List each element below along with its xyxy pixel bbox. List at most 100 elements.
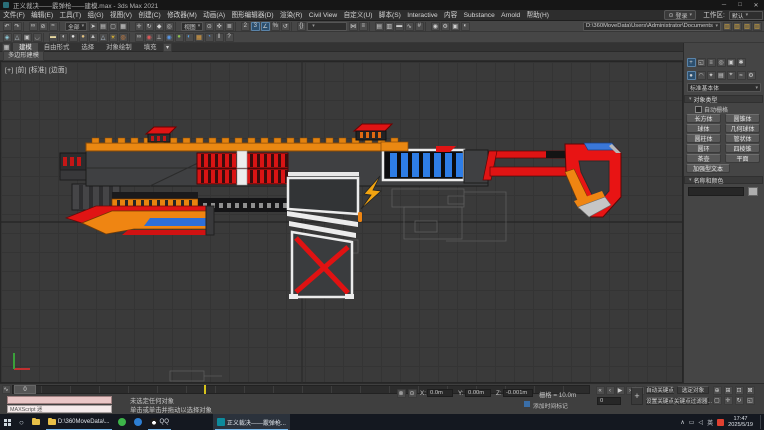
schematic-view-icon[interactable]: # [415, 22, 424, 31]
panel-cat-cameras-icon[interactable]: ▤ [717, 71, 726, 80]
green-app-button[interactable] [114, 414, 130, 430]
menu-item[interactable]: Arnold [498, 10, 523, 21]
blue-app-button[interactable] [130, 414, 146, 430]
object-type-button[interactable]: 管状体 [725, 134, 760, 143]
sphere-node-icon[interactable]: ◉ [165, 33, 174, 42]
object-type-button[interactable]: 圆柱体 [686, 134, 721, 143]
mini-curve-editor-button[interactable]: ∿ [2, 385, 11, 394]
menu-item[interactable]: 组(G) [84, 10, 107, 21]
select-and-manipulate-icon[interactable]: ✜ [215, 22, 224, 31]
project-path-dropdown[interactable]: D:\360MoveData\Users\Administrator\Docum… [583, 22, 721, 31]
select-and-link-icon[interactable]: ∞ [29, 22, 38, 31]
material-editor-icon[interactable]: ◉ [431, 22, 440, 31]
menu-item[interactable]: Civil View [306, 10, 341, 21]
menu-item[interactable]: 修改器(M) [164, 10, 200, 21]
panel-cat-shapes-icon[interactable]: ◠ [697, 71, 706, 80]
dome-blue-icon[interactable]: ◔ [205, 33, 214, 42]
y-coordinate-field[interactable]: 0.00m [465, 389, 491, 397]
prism-tool-icon[interactable]: △ [13, 33, 22, 42]
object-type-button[interactable]: 球体 [686, 124, 721, 133]
object-type-button[interactable]: 长方体 [686, 114, 721, 123]
play-animation-icon[interactable]: ▶ [616, 386, 625, 395]
panel-tab-hierarchy-icon[interactable]: ≡ [707, 58, 716, 67]
ribbon-tab[interactable]: 选择 [75, 43, 100, 52]
3dsmax-taskbar-button[interactable]: 正义裁决——霰弹枪... [213, 414, 290, 430]
maximize-viewport-toggle-icon[interactable]: ◱ [746, 396, 755, 405]
zoom-region-icon[interactable]: ▢ [713, 396, 722, 405]
object-name-input[interactable] [688, 187, 744, 196]
panel-cat-geometry-icon[interactable]: ● [687, 71, 696, 80]
object-type-button[interactable]: 圆环 [686, 144, 721, 153]
network-icon[interactable]: ▭ [689, 419, 695, 426]
undo-icon[interactable]: ↶ [3, 22, 12, 31]
select-by-name-icon[interactable]: ▤ [99, 22, 108, 31]
maxscript-listener-white[interactable]: MAXScript 迷 [7, 405, 112, 413]
toggle-scene-explorer-icon[interactable]: ▤ [375, 22, 384, 31]
snap-toggle-3d-icon[interactable]: 3 [251, 22, 260, 31]
zoom-extents-icon[interactable]: ⊡ [735, 386, 744, 395]
menu-item[interactable]: 渲染(R) [277, 10, 306, 21]
render-setup-icon[interactable]: ⚙ [441, 22, 450, 31]
key-filters-button[interactable]: 关键点过滤器... [677, 397, 709, 405]
primitive-box-icon[interactable]: ▬ [49, 33, 58, 42]
toggle-ribbon-icon[interactable]: ▬ [395, 22, 404, 31]
snap-toggle-2d-icon[interactable]: 2 [241, 22, 250, 31]
workspace-dropdown[interactable]: 默认 ▾ [729, 11, 763, 20]
primitive-pyramid-icon[interactable]: △ [99, 33, 108, 42]
snaps-toggle-icon[interactable]: ◈ [3, 33, 12, 42]
help-icon[interactable]: ? [225, 33, 234, 42]
file-explorer-button[interactable] [28, 414, 44, 430]
window-crossing-toggle-icon[interactable]: ▦ [119, 22, 128, 31]
percent-snap-toggle-icon[interactable]: % [271, 22, 280, 31]
axis-tripod-icon[interactable]: ⊥ [155, 33, 164, 42]
menu-item[interactable]: 创建(C) [135, 10, 164, 21]
asset-tool-3-icon[interactable]: ▥ [743, 22, 752, 31]
viewport-scene[interactable] [0, 61, 683, 383]
zoom-extents-all-icon[interactable]: ⊠ [746, 386, 755, 395]
panel-tab-modify-icon[interactable]: ◱ [697, 58, 706, 67]
taskbar-search-button[interactable]: ○ [15, 414, 28, 430]
object-type-button[interactable]: 四棱锥 [725, 144, 760, 153]
panel-cat-helpers-icon[interactable]: ⌖ [727, 71, 736, 80]
explorer-window-button[interactable]: D:\360MoveData\... [44, 414, 114, 430]
select-object-icon[interactable]: ➤ [89, 22, 98, 31]
track-bar-marker[interactable] [204, 385, 206, 394]
keyboard-override-icon[interactable]: ≣ [225, 22, 234, 31]
menu-item[interactable]: 文件(F) [0, 10, 28, 21]
add-time-tag[interactable]: 添加时间标记 [533, 401, 568, 410]
menu-item[interactable]: 视图(V) [107, 10, 135, 21]
maximize-button[interactable]: □ [732, 0, 748, 10]
taskbar-clock[interactable]: 17:47 2025/5/19 [728, 416, 753, 428]
panel-tab-motion-icon[interactable]: ◎ [717, 58, 726, 67]
object-color-swatch[interactable] [748, 187, 758, 196]
auto-key-button[interactable]: 自动关键点 [646, 386, 674, 394]
tray-expand-icon[interactable]: ∧ [680, 419, 684, 426]
menu-item[interactable]: 图形编辑器(D) [228, 10, 277, 21]
select-and-scale-icon[interactable]: ◆ [155, 22, 164, 31]
panel-cat-systems-icon[interactable]: ⚙ [747, 71, 756, 80]
named-selection-sets-dropdown[interactable]: ▾ [307, 22, 347, 31]
use-pivot-center-icon[interactable]: ⊙ [205, 22, 214, 31]
previous-frame-icon[interactable]: ‹ [606, 386, 615, 395]
object-type-button[interactable]: 几何球体 [725, 124, 760, 133]
red-tray-app-icon[interactable] [717, 419, 724, 426]
panel-cat-space-warps-icon[interactable]: ≈ [737, 71, 746, 80]
menu-item[interactable]: 自定义(U) [340, 10, 375, 21]
rectangular-selection-region-icon[interactable]: ▢ [109, 22, 118, 31]
ribbon-tab[interactable]: 填充 [138, 43, 163, 52]
primitive-sun-icon[interactable]: ☀ [109, 33, 118, 42]
object-type-button[interactable]: 平面 [725, 154, 760, 163]
zoom-icon[interactable]: ⊕ [713, 386, 722, 395]
asset-tool-4-icon[interactable]: ▥ [753, 22, 762, 31]
mirror-icon[interactable]: ⋈ [349, 22, 358, 31]
ime-indicator[interactable]: 英 [707, 418, 713, 427]
align-icon[interactable]: ≡ [359, 22, 368, 31]
primitive-sphere-tan-icon[interactable]: ● [79, 33, 88, 42]
bind-to-space-warp-icon[interactable]: ≈ [49, 22, 58, 31]
panel-tab-display-icon[interactable]: ▣ [727, 58, 736, 67]
column-array-icon[interactable]: ‖ [215, 33, 224, 42]
object-type-button[interactable]: 加强型文本 [686, 164, 730, 173]
selected-dropdown[interactable]: 选定对象 [677, 386, 709, 394]
toggle-layer-explorer-icon[interactable]: ▥ [385, 22, 394, 31]
name-color-rollout[interactable]: ▾ 名称和颜色 [684, 176, 763, 184]
